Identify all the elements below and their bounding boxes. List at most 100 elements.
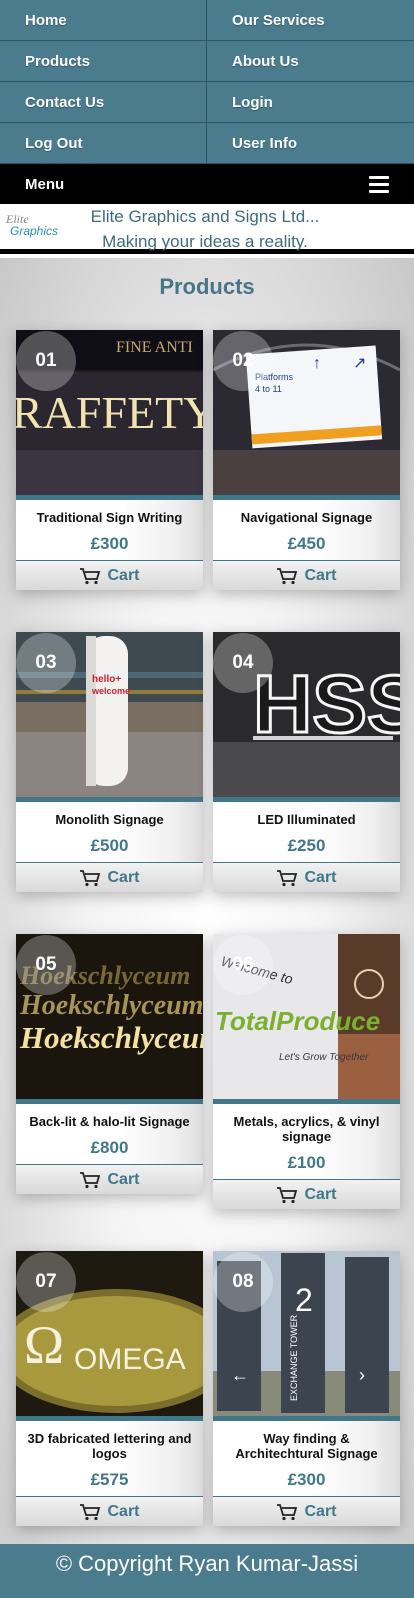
svg-text:EXCHANGE TOWER: EXCHANGE TOWER bbox=[289, 1314, 299, 1401]
product-number: 03 bbox=[16, 633, 76, 693]
nav-products[interactable]: Products bbox=[0, 41, 207, 82]
hamburger-icon[interactable] bbox=[369, 175, 389, 193]
main-nav: Home Our Services Products About Us Cont… bbox=[0, 0, 414, 164]
add-to-cart-button[interactable]: Cart bbox=[213, 1496, 400, 1526]
product-number: 07 bbox=[16, 1252, 76, 1312]
product-price: £575 bbox=[90, 1470, 129, 1489]
product-image[interactable]: Platforms 4 to 11 ↑ ↗ 02 bbox=[213, 330, 400, 495]
products-section: Products FINE ANTI RAFFETY 01 Traditiona… bbox=[0, 258, 414, 1544]
nav-log-out[interactable]: Log Out bbox=[0, 123, 207, 164]
cart-label: Cart bbox=[107, 868, 140, 886]
nav-our-services[interactable]: Our Services bbox=[207, 0, 414, 41]
cart-label: Cart bbox=[304, 1185, 337, 1203]
cart-label: Cart bbox=[107, 566, 140, 584]
svg-text:←: ← bbox=[231, 1365, 249, 1385]
product-info: Back-lit & halo-lit Signage £800 Cart bbox=[16, 1099, 203, 1194]
add-to-cart-button[interactable]: Cart bbox=[213, 862, 400, 892]
add-to-cart-button[interactable]: Cart bbox=[16, 862, 203, 892]
product-name: Monolith Signage bbox=[55, 812, 164, 827]
cart-icon bbox=[277, 567, 298, 584]
svg-text:↗: ↗ bbox=[353, 355, 366, 372]
svg-text:›: › bbox=[359, 1365, 365, 1385]
product-name: Traditional Sign Writing bbox=[36, 510, 183, 525]
product-price: £300 bbox=[90, 534, 129, 553]
page-title: Products bbox=[159, 274, 255, 299]
product-image[interactable]: Ω OMEGA 07 bbox=[16, 1251, 203, 1416]
product-price: £800 bbox=[90, 1138, 129, 1157]
nav-login[interactable]: Login bbox=[207, 82, 414, 123]
svg-text:Ω: Ω bbox=[24, 1315, 64, 1375]
product-info: Monolith Signage £500 Cart bbox=[16, 797, 203, 892]
product-number: 08 bbox=[213, 1252, 273, 1312]
nav-user-info[interactable]: User Info bbox=[207, 123, 414, 164]
product-price: £100 bbox=[287, 1153, 326, 1172]
product-card: Platforms 4 to 11 ↑ ↗ 02 Navigational Si… bbox=[213, 330, 400, 590]
add-to-cart-button[interactable]: Cart bbox=[213, 1179, 400, 1209]
product-info: Metals, acrylics, & vinyl signage £100 C… bbox=[213, 1099, 400, 1209]
product-number: 06 bbox=[213, 935, 273, 995]
svg-text:Let's Grow Together: Let's Grow Together bbox=[279, 1052, 369, 1063]
cart-icon bbox=[80, 869, 101, 886]
logo[interactable]: Elite Graphics bbox=[4, 210, 60, 240]
product-image[interactable]: hello+ welcome 03 bbox=[16, 632, 203, 797]
product-card: Ω OMEGA 07 3D fabricated lettering and l… bbox=[16, 1251, 203, 1526]
product-name: Way finding & Architechtural Signage bbox=[235, 1431, 378, 1461]
svg-text:2: 2 bbox=[295, 1282, 313, 1318]
product-info: 3D fabricated lettering and logos £575 C… bbox=[16, 1416, 203, 1526]
product-price: £500 bbox=[90, 836, 129, 855]
footer: © Copyright Ryan Kumar-Jassi bbox=[0, 1544, 414, 1598]
cart-label: Cart bbox=[107, 1502, 140, 1520]
site-tagline: Making your ideas a reality. bbox=[102, 232, 308, 251]
svg-text:FINE ANTI: FINE ANTI bbox=[116, 339, 193, 356]
product-name: LED Illuminated bbox=[257, 812, 356, 827]
cart-icon bbox=[80, 567, 101, 584]
product-name: Navigational Signage bbox=[240, 510, 373, 525]
product-image[interactable]: HSS 04 bbox=[213, 632, 400, 797]
svg-text:welcome: welcome bbox=[91, 686, 130, 696]
product-name: 3D fabricated lettering and logos bbox=[27, 1431, 192, 1461]
cart-icon bbox=[80, 1171, 101, 1188]
svg-text:Hoekschlyceum: Hoekschlyceum bbox=[19, 1020, 203, 1055]
logo-text-graphics: Graphics bbox=[10, 224, 59, 238]
product-info: Traditional Sign Writing £300 Cart bbox=[16, 495, 203, 590]
svg-text:hello+: hello+ bbox=[92, 674, 121, 685]
menu-bar[interactable]: Menu bbox=[0, 164, 414, 204]
svg-text:RAFFETY: RAFFETY bbox=[16, 387, 203, 438]
product-image[interactable]: FINE ANTI RAFFETY 01 bbox=[16, 330, 203, 495]
product-card: Hoekschlyceum Hoekschlyceum Hoekschlyceu… bbox=[16, 934, 203, 1194]
product-image[interactable]: Hoekschlyceum Hoekschlyceum Hoekschlyceu… bbox=[16, 934, 203, 1099]
cart-icon bbox=[277, 869, 298, 886]
nav-contact-us[interactable]: Contact Us bbox=[0, 82, 207, 123]
product-image[interactable]: Welcome to TotalProduce Let's Grow Toget… bbox=[213, 934, 400, 1099]
product-info: Navigational Signage £450 Cart bbox=[213, 495, 400, 590]
product-info: Way finding & Architechtural Signage £30… bbox=[213, 1416, 400, 1526]
svg-text:OMEGA: OMEGA bbox=[74, 1343, 186, 1376]
add-to-cart-button[interactable]: Cart bbox=[16, 1164, 203, 1194]
cart-label: Cart bbox=[107, 1170, 140, 1188]
add-to-cart-button[interactable]: Cart bbox=[16, 1496, 203, 1526]
product-card: Welcome to TotalProduce Let's Grow Toget… bbox=[213, 934, 400, 1209]
product-name: Metals, acrylics, & vinyl signage bbox=[233, 1114, 380, 1144]
product-number: 01 bbox=[16, 331, 76, 391]
cart-label: Cart bbox=[304, 1502, 337, 1520]
add-to-cart-button[interactable]: Cart bbox=[16, 560, 203, 590]
product-number: 02 bbox=[213, 331, 273, 391]
svg-text:TotalProduce: TotalProduce bbox=[215, 1006, 380, 1036]
product-card: FINE ANTI RAFFETY 01 Traditional Sign Wr… bbox=[16, 330, 203, 590]
product-name: Back-lit & halo-lit Signage bbox=[29, 1114, 190, 1129]
svg-text:↑: ↑ bbox=[313, 355, 321, 372]
product-number: 05 bbox=[16, 935, 76, 995]
nav-about-us[interactable]: About Us bbox=[207, 41, 414, 82]
cart-icon bbox=[277, 1186, 298, 1203]
product-number: 04 bbox=[213, 633, 273, 693]
cart-label: Cart bbox=[304, 868, 337, 886]
nav-home[interactable]: Home bbox=[0, 0, 207, 41]
cart-icon bbox=[277, 1503, 298, 1520]
cart-icon bbox=[80, 1503, 101, 1520]
product-info: LED Illuminated £250 Cart bbox=[213, 797, 400, 892]
cart-label: Cart bbox=[304, 566, 337, 584]
copyright-text: © Copyright Ryan Kumar-Jassi bbox=[55, 1551, 359, 1576]
product-card: hello+ welcome 03 Monolith Signage £500 … bbox=[16, 632, 203, 892]
add-to-cart-button[interactable]: Cart bbox=[213, 560, 400, 590]
product-image[interactable]: 2 EXCHANGE TOWER ← › 08 bbox=[213, 1251, 400, 1416]
